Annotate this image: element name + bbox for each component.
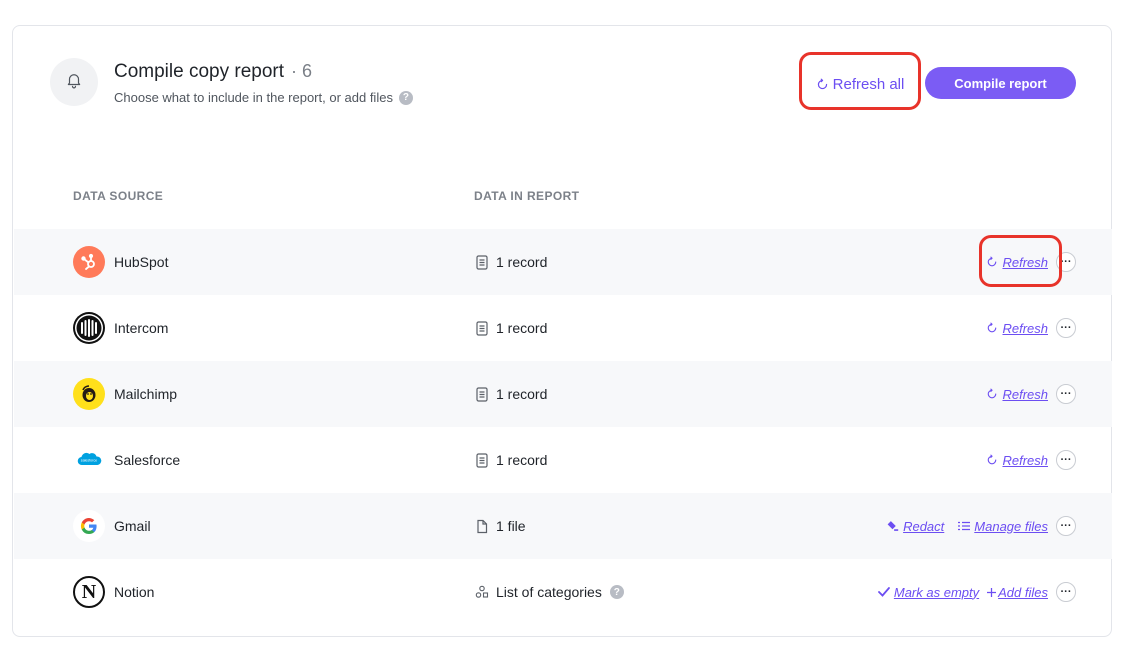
row-actions: Refresh ··· xyxy=(978,252,1076,272)
compile-report-card: Compile copy report · 6 Choose what to i… xyxy=(12,25,1112,637)
compile-report-button[interactable]: Compile report xyxy=(925,67,1076,99)
list-icon xyxy=(958,521,971,531)
mailchimp-logo-icon xyxy=(73,378,105,410)
source-name: Gmail xyxy=(114,518,151,534)
column-header-source: DATA SOURCE xyxy=(73,189,164,203)
help-icon[interactable]: ? xyxy=(398,90,413,105)
page-title-row: Compile copy report · 6 xyxy=(114,61,312,83)
page-subtitle: Choose what to include in the report, or… xyxy=(114,90,393,105)
check-icon xyxy=(877,587,890,597)
page-title: Compile copy report xyxy=(114,61,285,82)
subtitle-row: Choose what to include in the report, or… xyxy=(114,90,413,105)
data-value: 1 record xyxy=(496,452,548,468)
row-actions: Refresh ··· xyxy=(978,450,1076,470)
more-options-button[interactable]: ··· xyxy=(1056,582,1076,602)
mark-as-empty-label: Mark as empty xyxy=(893,584,980,600)
data-cell: 1 record xyxy=(475,452,547,468)
refresh-icon xyxy=(986,454,998,466)
refresh-link[interactable]: Refresh xyxy=(986,321,1048,336)
document-icon xyxy=(475,320,489,336)
refresh-label: Refresh xyxy=(1002,386,1048,402)
hubspot-logo-icon xyxy=(73,246,105,278)
redact-icon xyxy=(886,520,899,532)
manage-files-label: Manage files xyxy=(974,518,1048,534)
row-actions: Redact Manage files ··· xyxy=(878,516,1076,536)
refresh-link[interactable]: Refresh xyxy=(986,453,1048,468)
column-header-data: DATA IN REPORT xyxy=(474,189,580,203)
table-row: Mailchimp 1 record Refresh ··· xyxy=(14,361,1112,427)
more-options-button[interactable]: ··· xyxy=(1056,450,1076,470)
refresh-label: Refresh xyxy=(1002,320,1048,336)
data-value: List of categories xyxy=(496,584,602,600)
document-icon xyxy=(475,452,489,468)
categories-icon xyxy=(475,585,489,599)
document-icon xyxy=(475,386,489,402)
refresh-link[interactable]: Refresh xyxy=(986,387,1048,402)
data-cell: 1 record xyxy=(475,386,547,402)
row-actions: Mark as empty Add files ··· xyxy=(870,582,1076,602)
help-icon[interactable]: ? xyxy=(609,585,624,599)
svg-text:salesforce: salesforce xyxy=(81,459,97,463)
table-row: Intercom 1 record Refresh ··· xyxy=(14,295,1112,361)
source-name: Mailchimp xyxy=(114,386,178,402)
plus-icon xyxy=(987,587,997,597)
data-value: 1 record xyxy=(496,386,548,402)
source-name: Notion xyxy=(114,584,155,600)
source-name: HubSpot xyxy=(114,254,169,270)
intercom-logo-icon xyxy=(73,312,105,344)
source-name: Salesforce xyxy=(114,452,181,468)
refresh-label: Refresh xyxy=(1002,452,1048,468)
refresh-icon xyxy=(986,388,998,400)
refresh-icon xyxy=(816,78,829,91)
more-options-button[interactable]: ··· xyxy=(1056,252,1076,272)
data-cell: List of categories ? xyxy=(475,584,624,600)
more-options-button[interactable]: ··· xyxy=(1056,384,1076,404)
data-cell: 1 record xyxy=(475,254,547,270)
salesforce-logo-icon: salesforce xyxy=(73,444,105,476)
manage-files-link[interactable]: Manage files xyxy=(958,519,1048,534)
header-icon-circle xyxy=(50,58,98,106)
row-actions: Refresh ··· xyxy=(978,384,1076,404)
redact-label: Redact xyxy=(903,518,945,534)
data-cell: 1 record xyxy=(475,320,547,336)
more-options-button[interactable]: ··· xyxy=(1056,516,1076,536)
source-count: 6 xyxy=(302,61,313,81)
notion-logo-icon: N xyxy=(73,576,105,608)
add-files-link[interactable]: Add files xyxy=(987,585,1048,600)
file-icon xyxy=(475,519,489,534)
google-logo-icon xyxy=(73,510,105,542)
table-row: Gmail 1 file Redact Manage files ··· xyxy=(14,493,1112,559)
title-separator: · xyxy=(291,61,298,81)
data-cell: 1 file xyxy=(475,518,526,534)
refresh-all-label: Refresh all xyxy=(832,75,905,93)
more-options-button[interactable]: ··· xyxy=(1056,318,1076,338)
mark-as-empty-link[interactable]: Mark as empty xyxy=(877,584,980,600)
refresh-icon xyxy=(986,256,998,268)
redact-link[interactable]: Redact xyxy=(886,519,944,534)
table-row: HubSpot 1 record Refresh ··· xyxy=(14,229,1112,295)
refresh-link[interactable]: Refresh xyxy=(986,255,1048,270)
refresh-all-button[interactable]: Refresh all xyxy=(803,68,917,100)
table-row: N Notion List of categories ? Mark as em… xyxy=(14,559,1112,625)
table-row: salesforce Salesforce 1 record Refresh ·… xyxy=(14,427,1112,493)
bell-icon xyxy=(65,71,83,94)
refresh-label: Refresh xyxy=(1002,254,1048,270)
refresh-icon xyxy=(986,322,998,334)
add-files-label: Add files xyxy=(998,584,1048,600)
data-value: 1 record xyxy=(496,254,548,270)
data-value: 1 file xyxy=(496,518,526,534)
document-icon xyxy=(475,254,489,270)
data-value: 1 record xyxy=(496,320,548,336)
source-name: Intercom xyxy=(114,320,169,336)
row-actions: Refresh ··· xyxy=(978,318,1076,338)
